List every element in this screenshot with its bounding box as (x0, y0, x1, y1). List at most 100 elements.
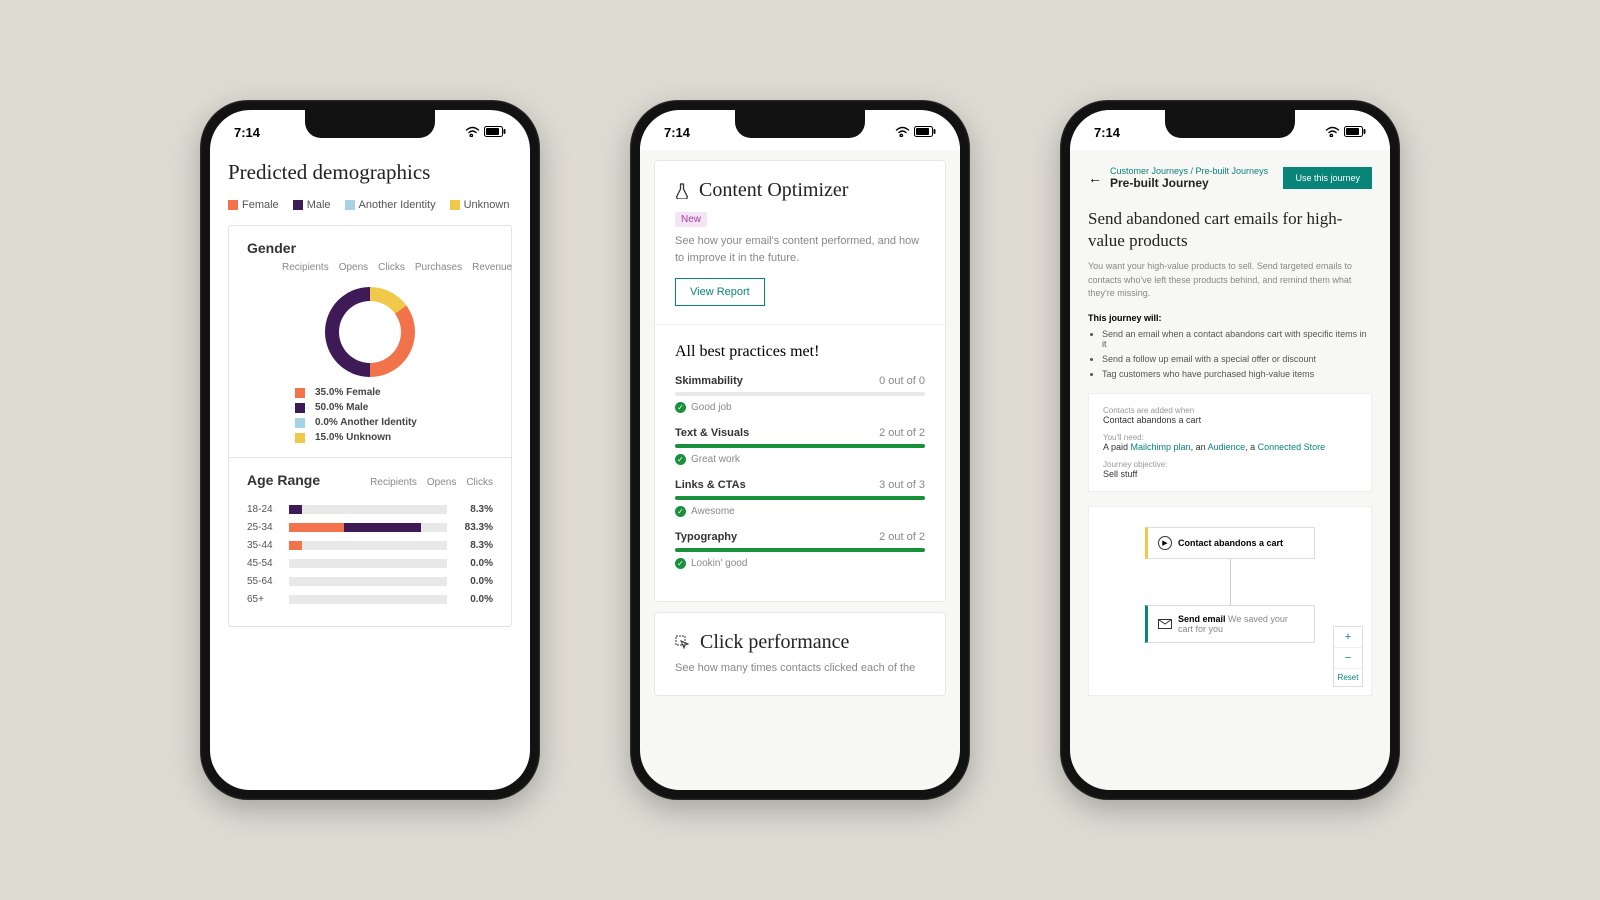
flask-icon (675, 183, 689, 199)
status-time: 7:14 (234, 125, 260, 140)
tab-clicks[interactable]: Clicks (466, 477, 493, 488)
age-row-45-54: 45-54 0.0% (247, 558, 493, 569)
use-journey-button[interactable]: Use this journey (1283, 167, 1372, 189)
metric-typography: Typography2 out of 2 ✓Lookin' good (675, 531, 925, 569)
age-row-18-24: 18-24 8.3% (247, 504, 493, 515)
age-row-65plus: 65+ 0.0% (247, 594, 493, 605)
cursor-click-icon (675, 635, 690, 650)
breadcrumb[interactable]: Customer Journeys / Pre-built Journeys (1110, 166, 1268, 176)
tab-recipients[interactable]: Recipients (282, 262, 329, 273)
gender-section: Gender Recipients Opens Clicks Purchases… (229, 226, 511, 458)
notch (305, 110, 435, 138)
age-row-55-64: 55-64 0.0% (247, 576, 493, 587)
journey-subtitle: You want your high-value products to sel… (1088, 260, 1372, 301)
notch (735, 110, 865, 138)
tab-clicks[interactable]: Clicks (378, 262, 405, 273)
zoom-out-button[interactable]: − (1334, 648, 1362, 669)
mail-icon (1158, 617, 1172, 631)
click-performance-card: Click performance See how many times con… (654, 612, 946, 696)
journey-will-label: This journey will: (1088, 313, 1372, 323)
legend-female: Female (228, 199, 279, 211)
click-performance-title: Click performance (675, 631, 925, 654)
metric-text-visuals: Text & Visuals2 out of 2 ✓Great work (675, 427, 925, 465)
mailchimp-plan-link[interactable]: Mailchimp plan (1131, 442, 1191, 452)
tab-revenue[interactable]: Revenue (472, 262, 512, 273)
age-row-25-34: 25-34 83.3% (247, 522, 493, 533)
phone-demographics: 7:14 Predicted demographics Female Male … (200, 100, 540, 800)
donut-legend: 35.0% Female 50.0% Male 0.0% Another Ide… (295, 387, 445, 443)
view-report-button[interactable]: View Report (675, 278, 765, 306)
journey-title: Send abandoned cart emails for high-valu… (1088, 208, 1372, 252)
screen: 7:14 ← Customer Journeys / Pre-built Jou… (1070, 110, 1390, 790)
journey-info-box: Contacts are added when Contact abandons… (1088, 393, 1372, 492)
legend-row-unknown: 15.0% Unknown (295, 432, 391, 443)
battery-icon (914, 125, 936, 140)
content-optimizer-card: Content Optimizer New See how your email… (654, 160, 946, 602)
zoom-controls: + − Reset (1333, 626, 1363, 687)
page-title: Predicted demographics (228, 160, 512, 185)
battery-icon (1344, 125, 1366, 140)
metric-links-ctas: Links & CTAs3 out of 3 ✓Awesome (675, 479, 925, 517)
zoom-reset-button[interactable]: Reset (1334, 669, 1362, 686)
list-item: Send an email when a contact abandons ca… (1102, 329, 1372, 349)
wifi-icon (1325, 125, 1340, 140)
click-performance-subtitle: See how many times contacts clicked each… (675, 660, 925, 677)
gender-donut (247, 287, 493, 377)
content: Predicted demographics Female Male Anoth… (210, 160, 530, 645)
tab-opens[interactable]: Opens (339, 262, 368, 273)
best-practices-section: All best practices met! Skimmability0 ou… (655, 325, 945, 601)
content-optimizer-subtitle: See how your email's content performed, … (675, 233, 925, 266)
tab-purchases[interactable]: Purchases (415, 262, 462, 273)
check-icon: ✓ (675, 506, 686, 517)
page-subtitle: Pre-built Journey (1110, 176, 1268, 190)
journey-node-send-email[interactable]: Send email We saved your cart for you (1145, 605, 1315, 643)
screen: 7:14 Predicted demographics Female Male … (210, 110, 530, 790)
content: ← Customer Journeys / Pre-built Journeys… (1070, 150, 1390, 702)
legend-row-male: 50.0% Male (295, 402, 368, 413)
status-time: 7:14 (1094, 125, 1120, 140)
demographics-card: Gender Recipients Opens Clicks Purchases… (228, 225, 512, 627)
notch (1165, 110, 1295, 138)
age-tabs: Recipients Opens Clicks (370, 477, 493, 488)
content: Content Optimizer New See how your email… (640, 160, 960, 696)
screen: 7:14 Content Optimizer New See how your … (640, 110, 960, 790)
journey-bullets: Send an email when a contact abandons ca… (1088, 329, 1372, 379)
metric-skimmability: Skimmability0 out of 0 ✓Good job (675, 375, 925, 413)
wifi-icon (895, 125, 910, 140)
age-row-35-44: 35-44 8.3% (247, 540, 493, 551)
tab-opens[interactable]: Opens (427, 477, 456, 488)
best-practices-title: All best practices met! (675, 343, 925, 361)
legend-row-female: 35.0% Female (295, 387, 381, 398)
check-icon: ✓ (675, 402, 686, 413)
battery-icon (484, 125, 506, 140)
back-arrow-icon[interactable]: ← (1088, 170, 1102, 186)
journey-node-trigger[interactable]: ▶ Contact abandons a cart (1145, 527, 1315, 559)
age-section: Age Range Recipients Opens Clicks 18-24 … (229, 458, 511, 626)
list-item: Tag customers who have purchased high-va… (1102, 369, 1372, 379)
legend-unknown: Unknown (450, 199, 510, 211)
phone-journey: 7:14 ← Customer Journeys / Pre-built Jou… (1060, 100, 1400, 800)
zoom-in-button[interactable]: + (1334, 627, 1362, 648)
play-icon: ▶ (1158, 536, 1172, 550)
status-icons (465, 125, 506, 140)
new-badge: New (675, 212, 707, 227)
journey-diagram: ▶ Contact abandons a cart Send email We … (1088, 506, 1372, 696)
content-optimizer-title: Content Optimizer (675, 179, 925, 202)
legend-another: Another Identity (345, 199, 436, 211)
audience-link[interactable]: Audience (1208, 442, 1246, 452)
wifi-icon (465, 125, 480, 140)
check-icon: ✓ (675, 558, 686, 569)
connected-store-link[interactable]: Connected Store (1258, 442, 1326, 452)
connector-line (1230, 559, 1231, 605)
gender-title: Gender (247, 240, 493, 256)
tab-recipients[interactable]: Recipients (370, 477, 417, 488)
check-icon: ✓ (675, 454, 686, 465)
status-icons (895, 125, 936, 140)
legend-row-another: 0.0% Another Identity (295, 417, 417, 428)
age-title: Age Range (247, 472, 320, 488)
phone-content-optimizer: 7:14 Content Optimizer New See how your … (630, 100, 970, 800)
gender-tabs: Recipients Opens Clicks Purchases Revenu… (247, 262, 493, 273)
legend-male: Male (293, 199, 331, 211)
requirements-text: A paid Mailchimp plan, an Audience, a Co… (1103, 442, 1357, 452)
status-time: 7:14 (664, 125, 690, 140)
